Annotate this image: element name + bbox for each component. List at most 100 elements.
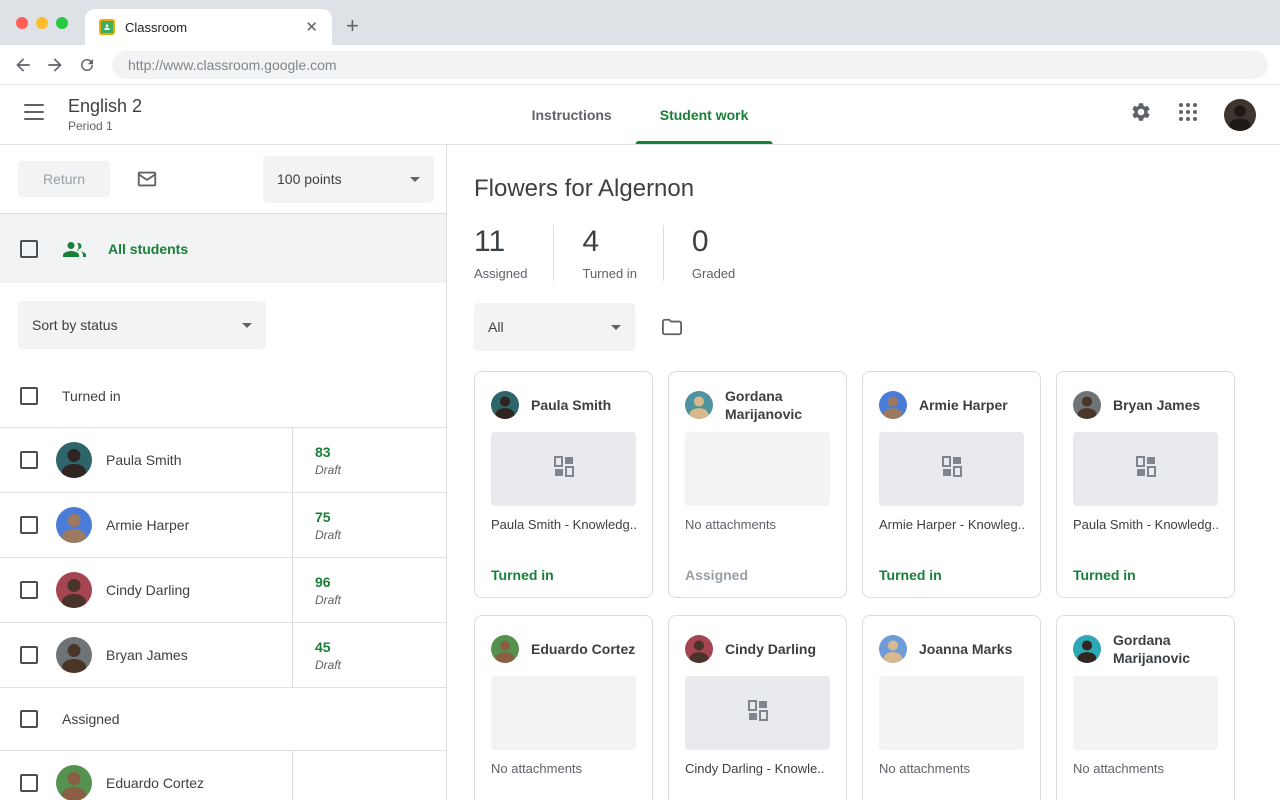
tab-student-work[interactable]: Student work [636, 85, 773, 144]
student-work-card[interactable]: Eduardo Cortez No attachments [474, 615, 653, 800]
student-work-card[interactable]: Gordana Marijanovic No attachments Assig… [668, 371, 847, 598]
student-checkbox[interactable] [20, 516, 38, 534]
all-students-row[interactable]: All students [0, 213, 446, 283]
group-header-assigned: Assigned [0, 688, 446, 751]
attachment-title[interactable]: Cindy Darling - Knowle.. [685, 761, 830, 776]
grade-cell[interactable] [292, 751, 446, 800]
attachment-title: No attachments [879, 761, 1024, 776]
stat-label: Graded [692, 266, 735, 281]
student-avatar [56, 572, 92, 608]
people-icon [62, 237, 86, 261]
window-close-button[interactable] [16, 17, 28, 29]
student-avatar [1073, 635, 1101, 663]
status-badge: Turned in [491, 567, 636, 583]
student-row[interactable]: Cindy Darling 96 Draft [0, 558, 446, 623]
points-dropdown[interactable]: 100 points [263, 156, 434, 203]
student-work-panel: Flowers for Algernon 11 Assigned 4 Turne… [447, 145, 1280, 800]
stat-value: 11 [474, 225, 527, 259]
stat-turned-in[interactable]: 4 Turned in [553, 225, 662, 281]
assigned-group-checkbox[interactable] [20, 710, 38, 728]
grade-state: Draft [315, 528, 446, 542]
all-students-label: All students [108, 241, 188, 257]
student-checkbox[interactable] [20, 646, 38, 664]
card-student-name: Joanna Marks [919, 640, 1012, 658]
course-info[interactable]: English 2 Period 1 [68, 96, 142, 133]
window-minimize-button[interactable] [36, 17, 48, 29]
attachment-title[interactable]: Paula Smith - Knowledg... [1073, 517, 1218, 532]
attachment-thumbnail[interactable] [685, 676, 830, 750]
attachment-thumbnail [879, 676, 1024, 750]
course-subtitle: Period 1 [68, 119, 142, 133]
grade-value: 45 [315, 639, 446, 655]
folder-icon[interactable] [661, 317, 683, 337]
assignment-title: Flowers for Algernon [474, 175, 1280, 203]
student-row[interactable]: Paula Smith 83 Draft [0, 428, 446, 493]
address-bar[interactable]: http://www.classroom.google.com [112, 51, 1268, 79]
student-checkbox[interactable] [20, 774, 38, 792]
classroom-header: English 2 Period 1 Instructions Student … [0, 85, 1280, 145]
student-row[interactable]: Eduardo Cortez [0, 751, 446, 800]
grade-cell[interactable]: 96 Draft [292, 558, 446, 622]
stat-assigned[interactable]: 11 Assigned [474, 225, 553, 281]
back-icon[interactable] [10, 52, 36, 78]
hamburger-menu-icon[interactable] [24, 104, 44, 125]
student-work-card[interactable]: Gordana Marijanovic No attachments [1056, 615, 1235, 800]
student-work-card[interactable]: Armie Harper Armie Harper - Knowleg.. Tu… [862, 371, 1041, 598]
attachment-grid-icon [939, 454, 965, 485]
student-avatar [56, 507, 92, 543]
browser-tab-strip: Classroom ✕ + [0, 0, 1280, 45]
email-icon[interactable] [136, 168, 158, 190]
grade-value: 83 [315, 444, 446, 460]
attachment-thumbnail[interactable] [879, 432, 1024, 506]
new-tab-button[interactable]: + [346, 15, 359, 37]
all-students-checkbox[interactable] [20, 240, 38, 258]
tab-close-icon[interactable]: ✕ [301, 18, 322, 36]
filter-value: All [488, 319, 504, 335]
student-avatar [56, 442, 92, 478]
reload-icon[interactable] [74, 52, 100, 78]
student-avatar [685, 635, 713, 663]
grade-cell[interactable]: 45 Draft [292, 623, 446, 687]
student-work-card[interactable]: Cindy Darling Cindy Darling - Knowle.. [668, 615, 847, 800]
stat-graded[interactable]: 0 Graded [663, 225, 761, 281]
attachment-thumbnail[interactable] [1073, 432, 1218, 506]
student-checkbox[interactable] [20, 581, 38, 599]
stat-value: 4 [582, 225, 636, 259]
forward-icon[interactable] [42, 52, 68, 78]
status-filter-dropdown[interactable]: All [474, 303, 635, 351]
course-title: English 2 [68, 96, 142, 117]
assigned-group-label: Assigned [62, 711, 120, 727]
browser-nav-bar: http://www.classroom.google.com [0, 45, 1280, 85]
card-student-name: Paula Smith [531, 396, 611, 414]
student-work-card[interactable]: Joanna Marks No attachments [862, 615, 1041, 800]
status-badge: Turned in [1073, 567, 1218, 583]
browser-tab[interactable]: Classroom ✕ [85, 9, 332, 45]
attachment-thumbnail [491, 676, 636, 750]
student-row[interactable]: Bryan James 45 Draft [0, 623, 446, 688]
status-badge: Turned in [879, 567, 1024, 583]
student-avatar [491, 635, 519, 663]
teacher-avatar[interactable] [1224, 99, 1256, 131]
student-checkbox[interactable] [20, 451, 38, 469]
card-student-name: Cindy Darling [725, 640, 816, 658]
grade-cell[interactable]: 75 Draft [292, 493, 446, 557]
card-student-name: Gordana Marijanovic [1113, 631, 1218, 667]
return-button[interactable]: Return [18, 161, 110, 197]
google-apps-grid-icon[interactable] [1178, 102, 1198, 127]
attachment-title[interactable]: Armie Harper - Knowleg.. [879, 517, 1024, 532]
grade-cell[interactable]: 83 Draft [292, 428, 446, 492]
grade-state: Draft [315, 463, 446, 477]
tab-instructions[interactable]: Instructions [508, 85, 636, 144]
attachment-thumbnail[interactable] [491, 432, 636, 506]
attachment-title: No attachments [1073, 761, 1218, 776]
grade-state: Draft [315, 658, 446, 672]
window-zoom-button[interactable] [56, 17, 68, 29]
turned-in-group-label: Turned in [62, 388, 121, 404]
sort-by-status-dropdown[interactable]: Sort by status [18, 301, 266, 349]
student-work-card[interactable]: Bryan James Paula Smith - Knowledg... Tu… [1056, 371, 1235, 598]
turned-in-group-checkbox[interactable] [20, 387, 38, 405]
attachment-title[interactable]: Paula Smith - Knowledg... [491, 517, 636, 532]
student-row[interactable]: Armie Harper 75 Draft [0, 493, 446, 558]
settings-gear-icon[interactable] [1130, 101, 1152, 128]
student-work-card[interactable]: Paula Smith Paula Smith - Knowledg... Tu… [474, 371, 653, 598]
